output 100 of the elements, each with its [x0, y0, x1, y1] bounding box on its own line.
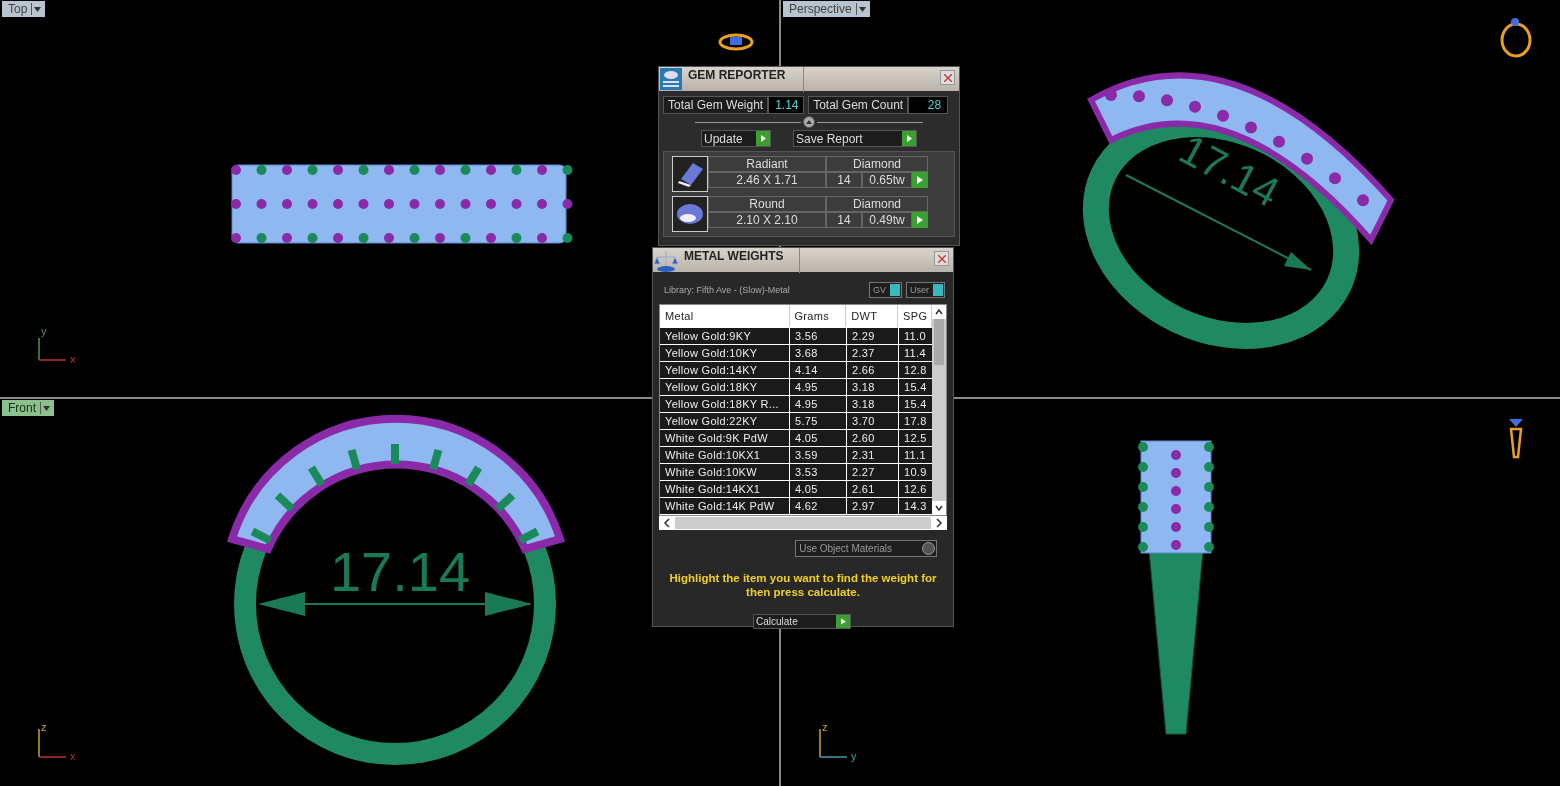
table-cell: 2.27	[847, 464, 899, 480]
scroll-down-icon[interactable]	[932, 501, 946, 515]
total-value: 1.14	[768, 96, 805, 114]
caret-up-icon	[806, 120, 812, 124]
table-cell-text: 11.4	[903, 346, 927, 361]
table-cell: 3.56	[790, 328, 847, 344]
table-cell: 2.97	[847, 498, 899, 514]
action-button[interactable]: Update	[701, 130, 771, 147]
table-cell: Yellow Gold:22KY	[660, 413, 790, 429]
scrollbar-thumb[interactable]	[675, 517, 931, 529]
dimension-label: 17.14	[1172, 125, 1287, 217]
table-cell: 4.95	[790, 379, 847, 395]
caret-icon	[858, 6, 866, 12]
table-cell: 2.37	[847, 345, 899, 361]
table-cell: 4.95	[790, 396, 847, 412]
table-cell: 4.14	[790, 362, 847, 378]
table-cell: White Gold:10KW	[660, 464, 790, 480]
axis-icon	[38, 337, 67, 361]
vertical-scrollbar[interactable]	[932, 305, 946, 515]
panel-title: GEM REPORTER	[688, 67, 804, 92]
table-cell: 2.60	[847, 430, 899, 446]
table-cell: 3.18	[847, 396, 899, 412]
close-button[interactable]	[940, 70, 955, 85]
scroll-up-icon[interactable]	[932, 305, 946, 319]
play-button[interactable]	[912, 212, 928, 228]
table-cell-text: 12.5	[903, 431, 928, 446]
column-header[interactable]: Metal	[660, 305, 790, 327]
table-cell-text: 12.8	[903, 363, 928, 378]
action-button[interactable]: Save Report	[793, 130, 917, 147]
caret-icon	[34, 6, 42, 12]
column-header[interactable]: Grams	[789, 305, 847, 327]
table-cell: Yellow Gold:18KY	[660, 379, 790, 395]
gem-material: Diamond	[826, 196, 928, 212]
column-header[interactable]: DWT	[846, 305, 899, 327]
table-cell-text: 12.6	[903, 482, 928, 497]
table-cell: 2.61	[847, 481, 899, 497]
table-cell: 3.53	[790, 464, 847, 480]
table-cell: White Gold:9K PdW	[660, 430, 790, 446]
calculate-button[interactable]: Calculate	[753, 614, 851, 629]
close-button[interactable]	[934, 251, 949, 266]
table-cell-text: 14.3	[903, 499, 928, 514]
table-cell: 2.29	[847, 328, 899, 344]
scrollbar-thumb[interactable]	[934, 319, 944, 365]
gem-count: 14	[826, 172, 862, 188]
gem-list-icon	[660, 68, 682, 90]
viewport-tab[interactable]: Front	[2, 400, 54, 416]
close-icon	[937, 254, 946, 263]
table-cell: 2.31	[847, 447, 899, 463]
play-icon	[917, 176, 923, 184]
axis-label: z	[822, 721, 828, 733]
total-label: Total Gem Count	[808, 96, 909, 114]
table-cell: White Gold:14K PdW	[660, 498, 790, 514]
axis-label: z	[41, 721, 47, 733]
axis-label: y	[851, 750, 857, 762]
horizontal-scrollbar[interactable]	[659, 516, 947, 530]
table-cell: White Gold:10KX1	[660, 447, 790, 463]
axis-label: x	[70, 750, 76, 762]
table-cell: 3.18	[847, 379, 899, 395]
table-cell: 5.75	[790, 413, 847, 429]
caret-icon	[43, 405, 50, 411]
play-icon	[917, 216, 923, 224]
viewport-tab[interactable]: Top	[2, 1, 46, 17]
table-cell: 3.59	[790, 447, 847, 463]
gem-size: 2.46 X 1.71	[708, 172, 826, 188]
toggle-switch[interactable]: User	[906, 282, 945, 298]
table-cell: White Gold:14KX1	[660, 481, 790, 497]
table-cell: Yellow Gold:9KY	[660, 328, 790, 344]
table-cell-text: 10.9	[903, 465, 928, 480]
total-value: 28	[908, 96, 949, 114]
round-gem-icon	[672, 196, 708, 232]
viewport-tab[interactable]: Perspective	[783, 1, 870, 17]
ring-icon	[1500, 18, 1532, 58]
table-cell: Yellow Gold:10KY	[660, 345, 790, 361]
table-cell: 4.05	[790, 481, 847, 497]
table-cell-text: 15.4	[903, 397, 928, 412]
collapse-button[interactable]	[803, 116, 815, 128]
table-cell: Yellow Gold:14KY	[660, 362, 790, 378]
ring-icon	[1509, 419, 1523, 459]
gem-size: 2.10 X 2.10	[708, 212, 826, 228]
table-cell: 3.70	[847, 413, 899, 429]
table-cell: 3.68	[790, 345, 847, 361]
toggle-switch[interactable]: Use Object Materials	[795, 540, 937, 557]
gem-shape: Round	[708, 196, 826, 212]
panel-title: METAL WEIGHTS	[684, 248, 800, 273]
axis-label: y	[41, 325, 47, 337]
play-button[interactable]	[912, 172, 928, 188]
square-gem-icon	[672, 156, 708, 192]
dimension-label: 17.14	[329, 540, 471, 603]
table-cell: 4.05	[790, 430, 847, 446]
table-cell: 4.62	[790, 498, 847, 514]
table-cell: 2.66	[847, 362, 899, 378]
toggle-switch[interactable]: GV	[868, 282, 902, 298]
ring-icon	[718, 33, 754, 51]
gem-weight: 0.65tw	[862, 172, 912, 188]
axis-label: x	[70, 353, 76, 365]
table-cell-text: 11.1	[903, 448, 927, 463]
table-cell-text: 11.0	[903, 329, 927, 344]
scale-icon	[654, 249, 678, 273]
gem-count: 14	[826, 212, 862, 228]
table-cell-text: 15.4	[903, 380, 928, 395]
